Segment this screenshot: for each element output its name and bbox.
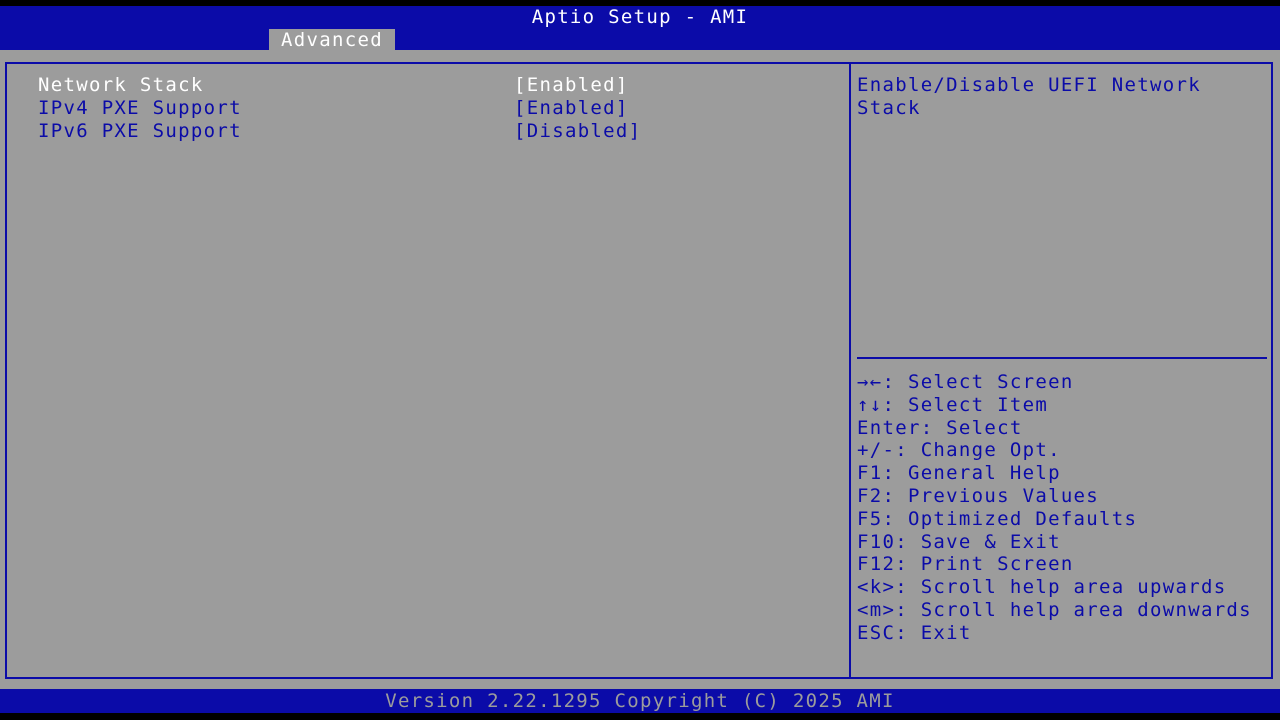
setting-ipv6-pxe-value[interactable]: [Disabled] bbox=[514, 120, 834, 143]
key-hint-esc: ESC: Exit bbox=[857, 621, 972, 644]
setting-ipv4-pxe-value[interactable]: [Enabled] bbox=[514, 97, 834, 120]
help-description: Enable/Disable UEFI Network Stack bbox=[857, 74, 1201, 119]
key-hint-select-item: ↑↓: Select Item bbox=[857, 393, 1049, 416]
panel-divider bbox=[849, 62, 851, 679]
key-hint-scroll-down: <m>: Scroll help area downwards bbox=[857, 598, 1252, 621]
key-hint-f1: F1: General Help bbox=[857, 462, 1061, 485]
setting-network-stack-label[interactable]: Network Stack bbox=[38, 74, 498, 97]
key-hint-f12: F12: Print Screen bbox=[857, 553, 1074, 576]
key-legend: →←: Select Screen ↑↓: Select Item Enter:… bbox=[857, 371, 1272, 645]
tab-advanced[interactable]: Advanced bbox=[269, 29, 395, 51]
setting-ipv4-pxe-label[interactable]: IPv4 PXE Support bbox=[38, 97, 498, 120]
version-footer: Version 2.22.1295 Copyright (C) 2025 AMI bbox=[0, 689, 1280, 713]
key-hint-f2: F2: Previous Values bbox=[857, 484, 1100, 507]
key-hint-scroll-up: <k>: Scroll help area upwards bbox=[857, 576, 1227, 599]
key-hint-f10: F10: Save & Exit bbox=[857, 530, 1061, 553]
setting-network-stack-value[interactable]: [Enabled] bbox=[514, 74, 834, 97]
setting-ipv6-pxe-label[interactable]: IPv6 PXE Support bbox=[38, 120, 498, 143]
app-title: Aptio Setup - AMI bbox=[531, 6, 749, 28]
key-hint-enter: Enter: Select bbox=[857, 416, 1023, 439]
key-hint-f5: F5: Optimized Defaults bbox=[857, 507, 1138, 530]
key-hint-change-opt: +/-: Change Opt. bbox=[857, 439, 1061, 462]
help-divider bbox=[857, 357, 1267, 359]
key-hint-select-screen: →←: Select Screen bbox=[857, 371, 1074, 393]
